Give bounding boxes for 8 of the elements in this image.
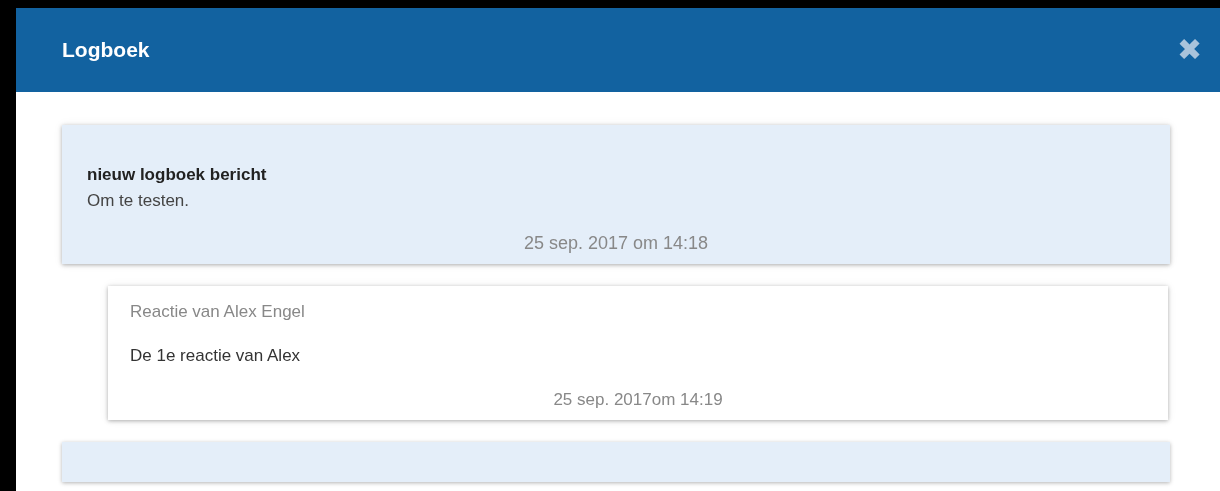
reply-text: De 1e reactie van Alex <box>130 346 302 366</box>
reply-date: 25 sep. 2017om 14:19 <box>552 390 724 410</box>
reply-author: Reactie van Alex Engel <box>130 302 306 322</box>
close-button[interactable]: ✖ <box>1173 35 1206 65</box>
message-date: 25 sep. 2017 om 14:18 <box>522 233 710 254</box>
message-text: Om te testen. <box>87 191 191 211</box>
dialog-title: Logboek <box>62 38 150 62</box>
message-title: nieuw logboek bericht <box>87 165 268 185</box>
